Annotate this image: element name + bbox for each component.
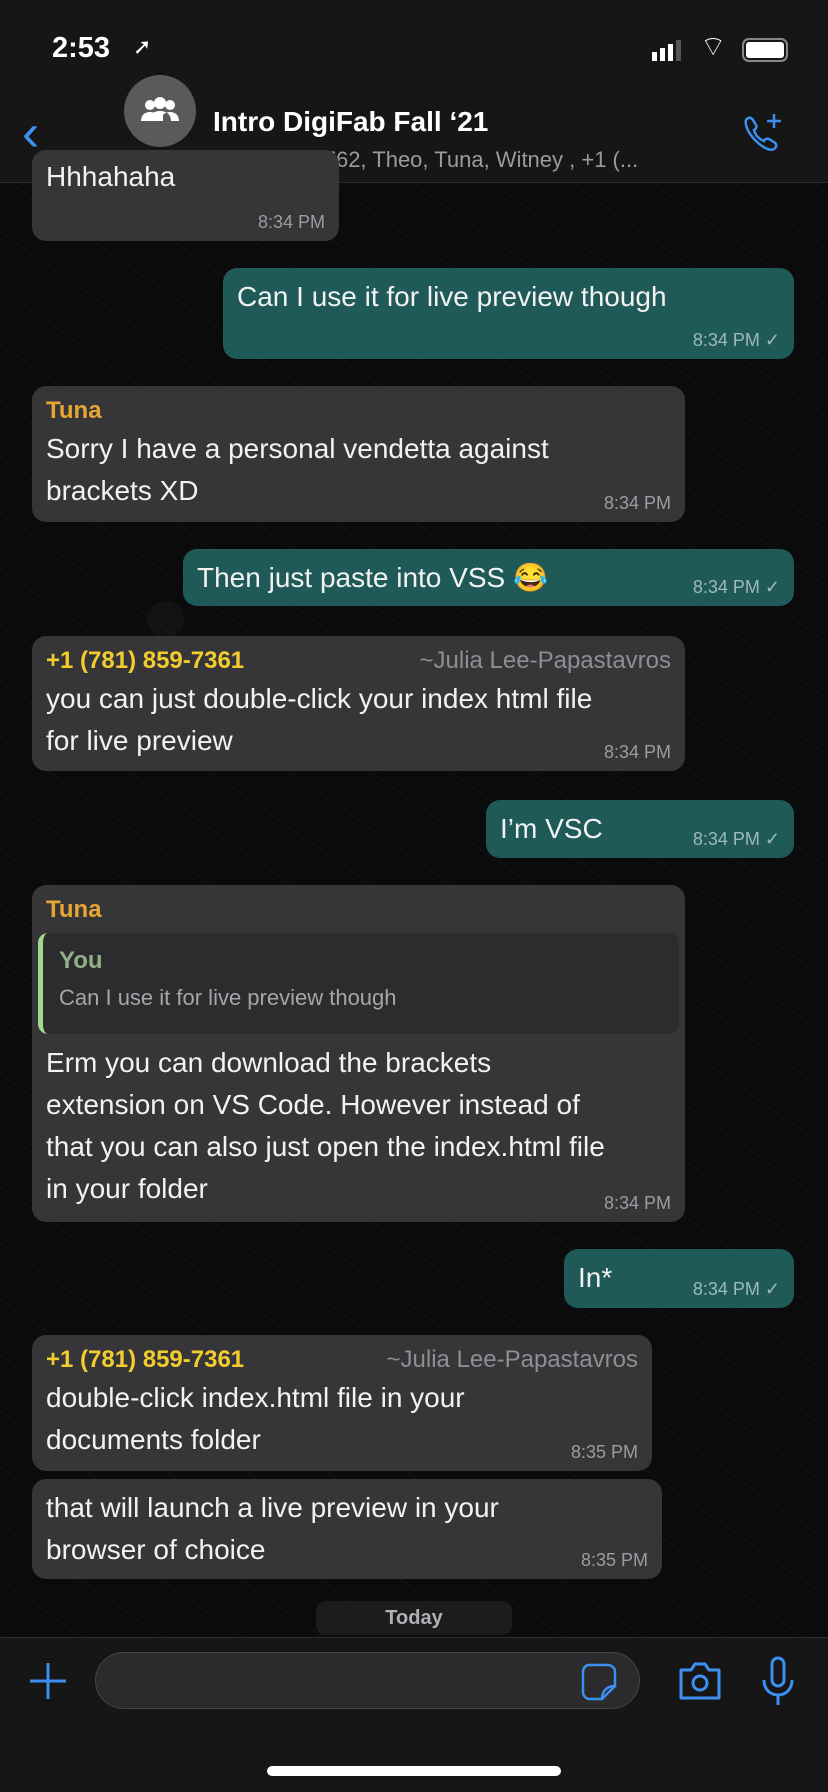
- quoted-text: Can I use it for live preview though: [59, 985, 397, 1010]
- message-timestamp: 8:34 PM ✓: [692, 330, 780, 350]
- sticker-icon[interactable]: [580, 1662, 618, 1702]
- message-timestamp: 8:35 PM: [570, 1442, 638, 1462]
- plus-icon[interactable]: [26, 1659, 70, 1703]
- camera-icon[interactable]: [676, 1660, 724, 1702]
- home-indicator[interactable]: [267, 1766, 561, 1776]
- add-call-icon[interactable]: [738, 110, 786, 158]
- outgoing-message[interactable]: In* 8:34 PM ✓: [564, 1249, 794, 1308]
- location-icon: ➚: [133, 34, 152, 59]
- outgoing-message[interactable]: Then just paste into VSS 😂 8:34 PM ✓: [183, 549, 794, 606]
- incoming-message[interactable]: Tuna Sorry I have a personal vendetta aga…: [32, 386, 685, 522]
- group-icon: [141, 97, 179, 121]
- message-text: you can just double-click your index htm…: [46, 683, 593, 756]
- quoted-author: You: [59, 947, 103, 974]
- message-timestamp: 8:35 PM: [580, 1550, 648, 1570]
- message-text: double-click index.html file in your doc…: [46, 1382, 465, 1455]
- message-text: Sorry I have a personal vendetta against…: [46, 433, 549, 506]
- battery-icon: [742, 38, 788, 62]
- microphone-icon[interactable]: [758, 1656, 798, 1706]
- message-text: Can I use it for live preview though: [237, 281, 667, 312]
- message-timestamp: 8:34 PM ✓: [692, 829, 780, 849]
- outgoing-message[interactable]: I’m VSC 8:34 PM ✓: [486, 800, 794, 858]
- outgoing-message[interactable]: Can I use it for live preview though 8:34…: [223, 268, 794, 359]
- message-timestamp: 8:34 PM: [603, 1193, 671, 1213]
- incoming-message[interactable]: Hhhahaha 8:34 PM: [32, 150, 339, 241]
- message-timestamp: 8:34 PM: [257, 212, 325, 232]
- incoming-message[interactable]: that will launch a live preview in your …: [32, 1479, 662, 1579]
- sender-name: Tuna: [46, 896, 102, 923]
- message-text: that will launch a live preview in your …: [46, 1492, 499, 1565]
- chat-title[interactable]: Intro DigiFab Fall ‘21: [213, 106, 488, 138]
- quoted-reply[interactable]: You Can I use it for live preview though: [38, 933, 679, 1034]
- message-text: Hhhahaha: [46, 161, 176, 192]
- message-timestamp: 8:34 PM: [603, 742, 671, 762]
- incoming-message[interactable]: +1 (781) 859-7361 ~Julia Lee-Papastavros y…: [32, 636, 685, 771]
- message-timestamp: 8:34 PM: [603, 493, 671, 513]
- group-avatar[interactable]: [124, 75, 196, 147]
- sender-alias: ~Julia Lee-Papastavros: [419, 647, 671, 674]
- clock: 2:53: [52, 32, 111, 64]
- message-timestamp: 8:34 PM ✓: [692, 577, 780, 597]
- message-input[interactable]: [95, 1652, 640, 1709]
- sender-name: Tuna: [46, 397, 102, 424]
- message-timestamp: 8:34 PM ✓: [692, 1279, 780, 1299]
- date-divider: Today: [316, 1601, 512, 1635]
- incoming-message[interactable]: Tuna You Can I use it for live preview tho…: [32, 885, 685, 1222]
- sender-alias: ~Julia Lee-Papastavros: [386, 1346, 638, 1373]
- wifi-icon: ⌔: [700, 31, 727, 62]
- message-text: Erm you can download the brackets extens…: [46, 1047, 605, 1204]
- incoming-message[interactable]: +1 (781) 859-7361 ~Julia Lee-Papastavros d…: [32, 1335, 652, 1471]
- signal-icon: [652, 40, 681, 61]
- back-button[interactable]: ‹: [22, 107, 39, 159]
